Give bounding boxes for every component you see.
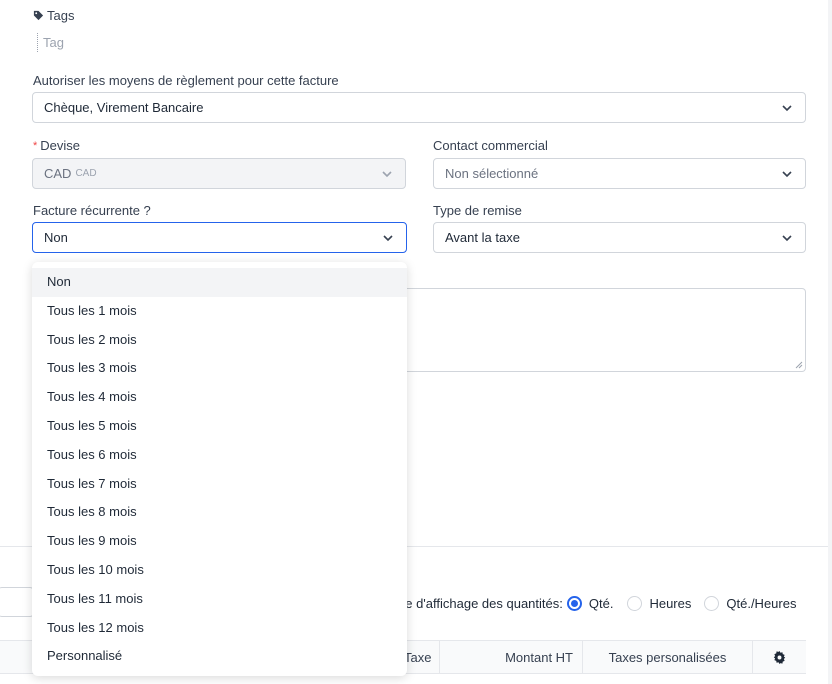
gear-icon[interactable] [773,651,786,664]
tag-icon [33,10,44,21]
currency-select: CAD CAD [32,158,406,189]
dropdown-option[interactable]: Tous les 5 mois [32,412,407,441]
chevron-down-icon [382,232,394,244]
radio-hours-label: Heures [649,596,692,611]
radio-qty-hours-label: Qté./Heures [726,596,797,611]
radio-qty-hours[interactable] [704,596,720,611]
payment-value: Chèque, Virement Bancaire [44,100,204,115]
radio-hours[interactable] [627,596,643,611]
contact-label: Contact commercial [433,138,548,153]
dropdown-option[interactable]: Tous les 8 mois [32,498,407,527]
dropdown-option[interactable]: Tous les 2 mois [32,326,407,355]
tags-label: Tags [47,8,75,23]
currency-label: * Devise [33,138,81,153]
dropdown-option[interactable]: Tous les 3 mois [32,354,407,383]
th-tax: Taxe [404,650,432,665]
radio-qty-label: Qté. [588,596,614,611]
chevron-down-icon [781,232,793,244]
discount-label: Type de remise [433,203,522,218]
contact-value: Non sélectionné [445,166,539,181]
dropdown-option[interactable]: Tous les 9 mois [32,527,407,556]
currency-value: CAD [44,166,72,181]
dropdown-option[interactable]: Tous les 10 mois [32,556,407,585]
dropdown-option[interactable]: Tous les 11 mois [32,585,407,614]
discount-value: Avant la taxe [445,230,520,245]
recurring-select[interactable]: Non [32,222,407,253]
dropdown-option[interactable]: Non [32,268,407,297]
discount-select[interactable]: Avant la taxe [433,222,806,253]
dropdown-option[interactable]: Tous les 7 mois [32,470,407,499]
required-mark: * [33,140,38,152]
recurring-label: Facture récurrente ? [33,203,151,218]
quantity-display: pe d'affichage des quantités: Qté. Heure… [398,596,796,611]
dropdown-option[interactable]: Tous les 4 mois [32,383,407,412]
partial-input[interactable] [0,587,34,617]
contact-select[interactable]: Non sélectionné [433,158,806,189]
dropdown-option[interactable]: Tous les 1 mois [32,297,407,326]
dropdown-option[interactable]: Tous les 12 mois [32,614,407,643]
radio-qty[interactable] [566,596,582,611]
quantity-label: pe d'affichage des quantités: [398,596,563,611]
currency-sub: CAD [75,168,97,179]
dropdown-option[interactable]: Personnalisé [32,642,407,671]
payment-label: Autoriser les moyens de règlement pour c… [33,73,339,88]
chevron-down-icon [381,168,393,180]
notes-textarea[interactable] [406,288,806,372]
chevron-down-icon [781,102,793,114]
page-scrollbar[interactable] [828,0,832,684]
th-settings[interactable] [752,641,806,674]
tag-input[interactable]: Tag [37,33,64,52]
chevron-down-icon [781,168,793,180]
resize-handle-icon[interactable] [795,361,803,369]
payment-select[interactable]: Chèque, Virement Bancaire [32,92,806,123]
dropdown-option[interactable]: Tous les 6 mois [32,441,407,470]
th-amount: Montant HT [439,641,582,674]
th-custom-taxes: Taxes personalisées [582,641,752,674]
recurring-dropdown: Non Tous les 1 mois Tous les 2 mois Tous… [32,262,407,676]
recurring-value: Non [44,230,68,245]
